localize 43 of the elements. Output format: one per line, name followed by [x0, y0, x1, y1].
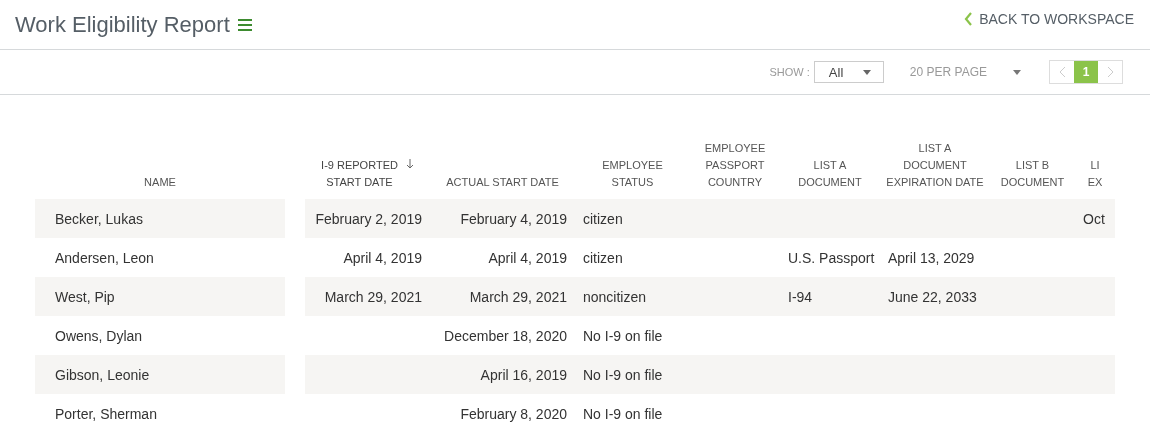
table-cell-text: U.S. Passport: [787, 248, 876, 268]
table-cell-text: I-94: [787, 287, 814, 307]
name-cell: Porter, Sherman: [55, 405, 157, 422]
page-title: Work Eligibility Report: [15, 12, 230, 38]
table-cell-text: February 8, 2020: [459, 404, 568, 424]
table-cell-text: citizen: [582, 248, 624, 268]
table-cell-text: December 18, 2020: [443, 326, 568, 346]
table-cell-text: March 29, 2021: [468, 287, 568, 307]
column-header[interactable]: I-9 REPORTED START DATE: [321, 157, 398, 191]
dropdown-caret-icon[interactable]: [862, 69, 871, 75]
column-header[interactable]: EMPLOYEE STATUS: [602, 157, 663, 191]
show-dropdown[interactable]: All: [813, 61, 884, 83]
table-cell-text: citizen: [582, 209, 624, 229]
table-cell-text: Oct: [1082, 209, 1106, 229]
table-cell-text: No I-9 on file: [582, 326, 664, 346]
table-cell-text: February 4, 2019: [459, 209, 568, 229]
show-label: SHOW :: [769, 66, 810, 78]
column-header[interactable]: NAME: [144, 174, 176, 191]
table-cell-text: No I-9 on file: [582, 404, 664, 424]
table-cell-text: April 4, 2019: [342, 248, 423, 268]
sort-down-icon[interactable]: [405, 159, 414, 169]
table-cell-text: noncitizen: [582, 287, 648, 307]
table-cell-text: June 22, 2033: [887, 287, 978, 307]
column-header[interactable]: ACTUAL START DATE: [446, 174, 559, 191]
column-header[interactable]: EMPLOYEE PASSPORT COUNTRY: [704, 140, 766, 191]
table-cell-text: April 4, 2019: [487, 248, 568, 268]
table-cell-text: April 13, 2029: [887, 248, 976, 268]
column-header[interactable]: LIST A DOCUMENT EXPIRATION DATE: [886, 140, 984, 191]
name-cell: West, Pip: [55, 288, 115, 305]
table-cell-text: April 16, 2019: [479, 365, 568, 385]
table-cell-text: March 29, 2021: [323, 287, 423, 307]
dropdown-caret-icon[interactable]: [1013, 69, 1021, 75]
name-cell: Owens, Dylan: [55, 327, 143, 344]
table-cell-text: February 2, 2019: [314, 209, 423, 229]
table-cell-text: No I-9 on file: [582, 365, 664, 385]
column-header[interactable]: LIST A DOCUMENT: [798, 157, 862, 191]
name-cell: Andersen, Leon: [55, 249, 154, 266]
name-cell: Gibson, Leonie: [55, 366, 150, 383]
column-header[interactable]: LI EX: [1087, 157, 1103, 191]
column-header[interactable]: LIST B DOCUMENT: [1000, 157, 1065, 191]
menu-icon[interactable]: [237, 19, 252, 31]
back-link[interactable]: BACK TO WORKSPACE: [964, 11, 1134, 27]
name-cell: Becker, Lukas: [55, 210, 143, 227]
